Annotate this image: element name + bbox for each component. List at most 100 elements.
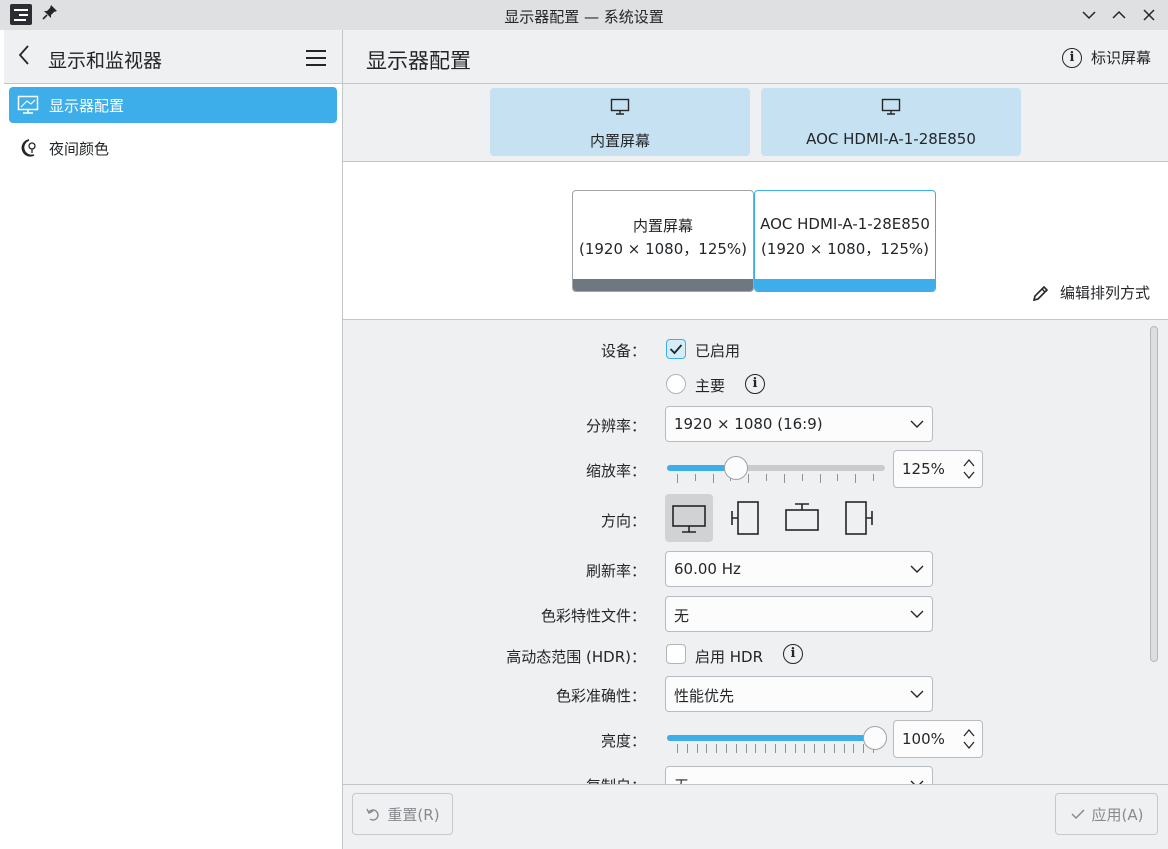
sidebar-item-label: 夜间颜色 xyxy=(49,139,110,158)
slider-tick xyxy=(855,474,857,483)
orientation-landscape-button[interactable] xyxy=(665,494,713,542)
minimize-button[interactable] xyxy=(1077,3,1101,27)
screen-name: AOC HDMI-A-1-28E850 xyxy=(760,215,930,233)
scale-slider-handle[interactable] xyxy=(724,456,749,480)
spin-arrows-icon[interactable] xyxy=(962,727,976,751)
brightness-slider-handle[interactable] xyxy=(863,726,887,750)
back-button[interactable] xyxy=(18,44,30,72)
device-label: 设备： xyxy=(600,342,646,360)
brightness-spinbox[interactable]: 100% xyxy=(893,720,983,758)
replicate-label: 复制自： xyxy=(586,775,646,784)
slider-tick xyxy=(755,744,757,753)
refresh-rate-value: 60.00 Hz xyxy=(674,560,741,578)
undo-icon xyxy=(366,808,380,821)
sidebar-item-night-color[interactable]: 夜间颜色 xyxy=(9,130,337,166)
brightness-label: 亮度： xyxy=(600,732,646,750)
pencil-icon xyxy=(1032,285,1049,301)
sidebar-item-display-config[interactable]: 显示器配置 xyxy=(9,87,337,123)
sidebar: 显示和监视器 显示器配置 夜间颜色 xyxy=(4,30,343,849)
refresh-rate-select[interactable]: 60.00 Hz xyxy=(665,551,933,587)
screen-bar xyxy=(755,279,935,291)
color-profile-value: 无 xyxy=(674,607,690,625)
primary-radio[interactable] xyxy=(666,374,686,394)
enabled-checkbox[interactable] xyxy=(666,339,686,359)
slider-tick xyxy=(677,474,678,483)
brightness-slider[interactable] xyxy=(665,716,887,756)
night-color-icon xyxy=(17,138,39,158)
enabled-checkbox-label: 已启用 xyxy=(695,342,741,360)
hdr-checkbox[interactable] xyxy=(666,644,686,664)
info-icon[interactable]: i xyxy=(783,644,803,664)
edit-arrangement-label: 编辑排列方式 xyxy=(1059,284,1150,302)
window-titlebar: 显示器配置 — 系统设置 xyxy=(0,0,1168,30)
monitor-icon xyxy=(610,98,630,120)
slider-tick xyxy=(694,474,696,481)
orientation-portrait-left-button[interactable] xyxy=(722,494,770,542)
replicate-select[interactable]: 无 xyxy=(665,766,933,784)
edit-arrangement-button[interactable]: 编辑排列方式 xyxy=(1031,282,1150,303)
scale-slider[interactable] xyxy=(665,446,887,486)
color-accuracy-value: 性能优先 xyxy=(674,687,735,705)
color-profile-label: 色彩特性文件： xyxy=(540,607,646,625)
form-scrollbar[interactable] xyxy=(1147,324,1159,780)
info-icon: i xyxy=(1061,47,1082,68)
screen-aoc-hdmi[interactable]: AOC HDMI-A-1-28E850 (1920 × 1080，125%) xyxy=(754,190,936,292)
tab-aoc-hdmi[interactable]: AOC HDMI-A-1-28E850 xyxy=(761,88,1021,156)
slider-tick xyxy=(745,744,747,753)
orientation-portrait-right-button[interactable] xyxy=(834,494,882,542)
slider-tick xyxy=(783,474,785,483)
hdr-label: 高动态范围 (HDR)： xyxy=(506,648,646,666)
hdr-checkbox-label: 启用 HDR xyxy=(695,648,764,666)
chevron-up-icon xyxy=(1112,10,1126,19)
slider-tick xyxy=(712,474,714,483)
main-panel: 显示器配置 i 标识屏幕 内置屏幕 AOC HDMI-A-1-28E850 内置… xyxy=(343,30,1168,849)
window-title: 显示器配置 — 系统设置 xyxy=(504,8,664,26)
maximize-button[interactable] xyxy=(1107,3,1131,27)
slider-tick xyxy=(766,474,768,481)
close-icon xyxy=(1143,9,1155,21)
tab-label: AOC HDMI-A-1-28E850 xyxy=(806,130,976,148)
footer-bar: 重置(R) 应用(A) xyxy=(343,784,1168,849)
slider-tick xyxy=(824,744,825,753)
slider-tick xyxy=(686,744,688,753)
slider-tick xyxy=(794,744,796,753)
tab-builtin-screen[interactable]: 内置屏幕 xyxy=(490,88,750,156)
slider-tick xyxy=(814,744,816,753)
reset-button[interactable]: 重置(R) xyxy=(352,793,453,835)
identify-screens-button[interactable]: i 标识屏幕 xyxy=(1061,47,1151,68)
slider-tick xyxy=(819,474,821,483)
tab-label: 内置屏幕 xyxy=(589,132,650,150)
info-icon[interactable]: i xyxy=(745,374,765,394)
slider-tick xyxy=(804,744,806,753)
scrollbar-thumb[interactable] xyxy=(1150,326,1158,662)
slider-tick xyxy=(863,744,865,753)
scale-spinbox[interactable]: 125% xyxy=(893,450,983,488)
screen-bar xyxy=(573,279,753,291)
slider-tick xyxy=(706,744,708,753)
slider-tick xyxy=(837,474,839,481)
screen-arrangement: 内置屏幕 (1920 × 1080，125%) AOC HDMI-A-1-28E… xyxy=(343,162,1168,320)
apply-label: 应用(A) xyxy=(1091,805,1144,824)
hamburger-menu-button[interactable] xyxy=(306,50,326,66)
chevron-down-icon xyxy=(910,780,924,784)
replicate-value: 无 xyxy=(674,775,689,784)
apply-button[interactable]: 应用(A) xyxy=(1055,793,1158,835)
screen-resolution: (1920 × 1080，125%) xyxy=(578,240,748,258)
color-profile-select[interactable]: 无 xyxy=(665,596,933,632)
sidebar-item-label: 显示器配置 xyxy=(49,96,125,115)
slider-tick xyxy=(716,744,718,753)
monitor-icon xyxy=(17,95,39,115)
close-button[interactable] xyxy=(1137,3,1161,27)
monitor-icon xyxy=(881,98,901,120)
screen-builtin[interactable]: 内置屏幕 (1920 × 1080，125%) xyxy=(572,190,754,292)
spin-arrows-icon[interactable] xyxy=(962,457,976,481)
chevron-down-icon xyxy=(910,420,924,428)
color-accuracy-select[interactable]: 性能优先 xyxy=(665,676,933,712)
sidebar-header: 显示和监视器 xyxy=(4,30,342,84)
identify-screens-label: 标识屏幕 xyxy=(1090,49,1151,67)
orientation-flipped-button[interactable] xyxy=(778,494,826,542)
slider-tick xyxy=(853,744,855,753)
main-header: 显示器配置 i 标识屏幕 xyxy=(343,30,1168,84)
slider-tick xyxy=(801,474,803,481)
resolution-select[interactable]: 1920 × 1080 (16:9) xyxy=(665,406,933,442)
